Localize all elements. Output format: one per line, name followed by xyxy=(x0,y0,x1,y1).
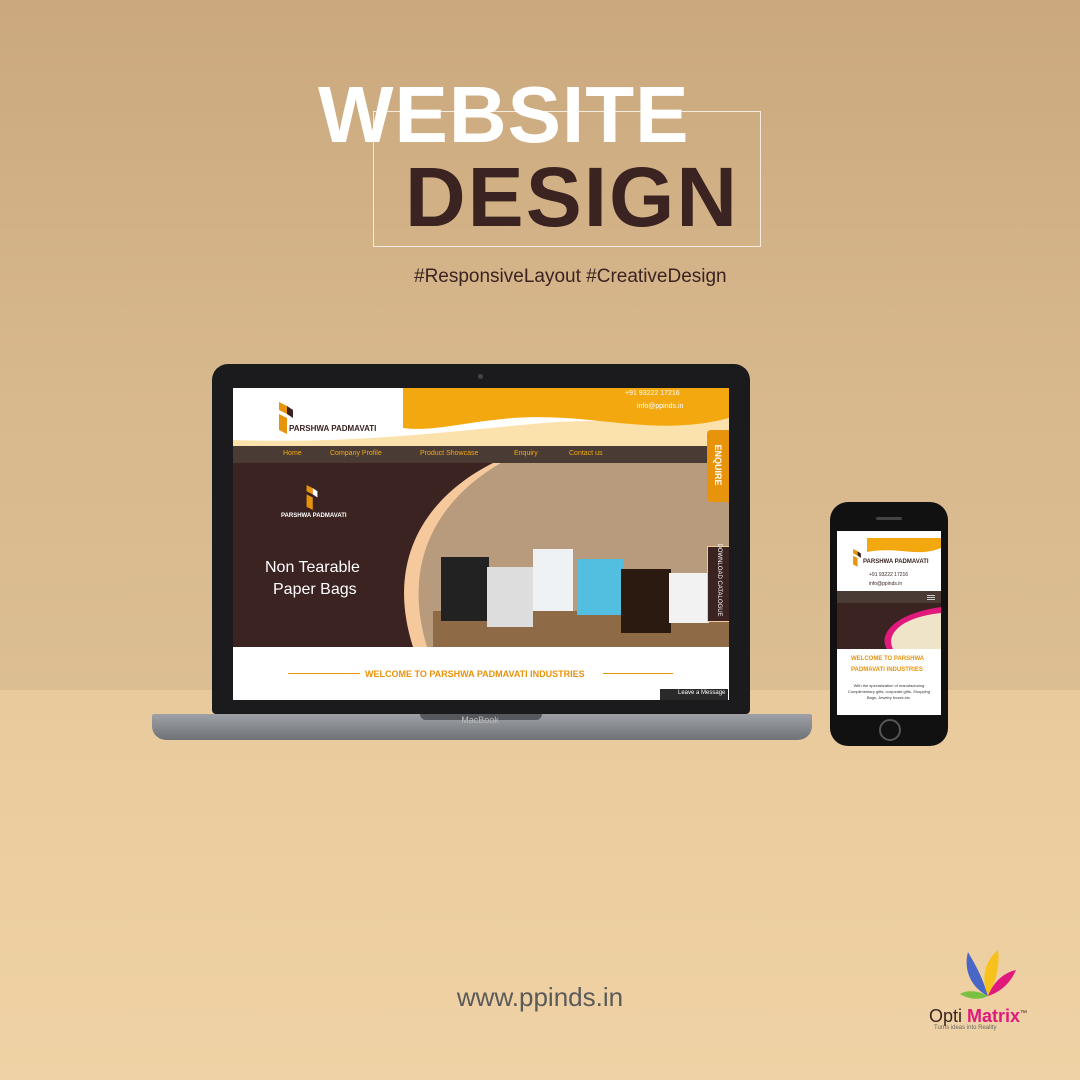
headline-website: WEBSITE xyxy=(318,70,690,159)
laptop-brand: MacBook xyxy=(461,715,499,725)
phone-status-bar xyxy=(837,531,941,538)
phone-home-button xyxy=(879,719,901,741)
hero-logo-icon xyxy=(306,485,318,510)
welcome-divider-left xyxy=(288,673,360,674)
site-logo-text: PARSHWA PADMAVATI xyxy=(289,424,377,433)
phone-logo-icon xyxy=(853,549,861,567)
download-catalogue-tab[interactable]: DOWNLOAD CATALOGUE xyxy=(707,543,729,622)
site-phone[interactable]: +91 93222 17216 xyxy=(625,390,680,397)
nav-company-profile[interactable]: Company Profile xyxy=(330,450,382,457)
welcome-section: WELCOME TO PARSHWA PADMAVATI INDUSTRIES xyxy=(233,647,729,700)
optimatrix-brand: Opti Matrix™ xyxy=(929,1006,1027,1027)
phone-screen: PARSHWA PADMAVATI +91 93222 17216 info@p… xyxy=(837,531,941,715)
brand-name-part2: Matrix xyxy=(967,1006,1021,1026)
hero-banner: PARSHWA PADMAVATI Non Tearable Paper Bag… xyxy=(233,463,729,647)
leave-message-label: Leave a Message xyxy=(678,690,726,696)
brand-name-part1: Opti xyxy=(929,1006,968,1026)
background-floor xyxy=(0,690,1080,1080)
laptop-screen: +91 93222 17216 info@ppinds.in PARSHWA P… xyxy=(233,388,729,700)
optimatrix-logo-icon xyxy=(960,950,1016,999)
phone-hero xyxy=(837,603,941,649)
phone-contact-email[interactable]: info@ppinds.in xyxy=(869,581,902,587)
phone-welcome-line1: WELCOME TO PARSHWA xyxy=(851,656,925,662)
nav-home[interactable]: Home xyxy=(283,450,302,457)
phone-logo-text: PARSHWA PADMAVATI xyxy=(863,559,929,565)
welcome-heading: WELCOME TO PARSHWA PADMAVATI INDUSTRIES xyxy=(365,669,585,679)
phone-hero-image xyxy=(884,607,941,649)
website-url: www.ppinds.in xyxy=(456,982,624,1012)
brand-trademark: ™ xyxy=(1020,1010,1028,1017)
hero-title-line2: Paper Bags xyxy=(273,581,357,598)
site-nav: Home Company Profile Product Showcase En… xyxy=(233,446,729,463)
leave-message-button[interactable]: Leave a Message xyxy=(660,689,728,700)
hero-logo-text: PARSHWA PADMAVATI xyxy=(281,513,347,519)
site-email[interactable]: info@ppinds.in xyxy=(637,403,683,410)
nav-contact-us[interactable]: Contact us xyxy=(569,450,602,457)
welcome-divider-right xyxy=(603,673,673,674)
nav-enquiry[interactable]: Enquiry xyxy=(514,450,538,457)
phone-welcome-line2: PADMAVATI INDUSTRIES xyxy=(851,667,923,673)
enquire-tab[interactable]: ENQUIRE xyxy=(707,430,729,502)
phone-nav xyxy=(837,591,941,603)
optimatrix-tagline: Turns ideas into Reality xyxy=(934,1025,997,1031)
phone-description: With the specialization of manufacturing… xyxy=(847,683,931,700)
laptop-camera xyxy=(478,374,483,379)
download-catalogue-label: DOWNLOAD CATALOGUE xyxy=(716,543,722,617)
hero-title-line1: Non Tearable xyxy=(265,559,360,576)
menu-icon[interactable] xyxy=(927,595,935,596)
phone-contact-number[interactable]: +91 93222 17216 xyxy=(869,572,908,578)
enquire-label: ENQUIRE xyxy=(713,444,723,486)
phone-speaker xyxy=(876,517,902,520)
hashtags: #ResponsiveLayout #CreativeDesign xyxy=(414,266,727,287)
headline-design: DESIGN xyxy=(405,150,740,244)
nav-product-showcase[interactable]: Product Showcase xyxy=(420,450,478,457)
site-header: +91 93222 17216 info@ppinds.in PARSHWA P… xyxy=(233,388,729,446)
